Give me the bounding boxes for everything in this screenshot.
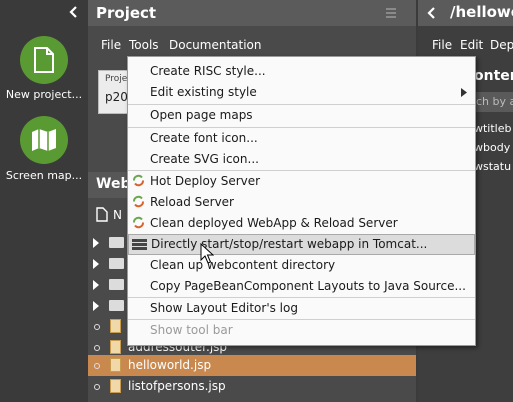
editor-item[interactable]: wtitleb <box>474 122 512 135</box>
menu-item-open-page-maps[interactable]: Open page maps <box>128 105 475 126</box>
new-file-label[interactable]: N <box>113 208 122 222</box>
menu-tools[interactable]: Tools <box>129 38 159 52</box>
menu-item-label: Clean deployed WebApp & Reload Server <box>150 216 398 230</box>
menu-item-label: Edit existing style <box>150 85 257 99</box>
menu-item-label: Reload Server <box>150 195 234 209</box>
project-field-value: p20 <box>105 90 128 104</box>
project-panel-header: Project <box>88 0 416 26</box>
editor-item[interactable]: wstatu <box>474 160 511 173</box>
menu-item-label: Hot Deploy Server <box>150 174 261 188</box>
expand-icon[interactable] <box>93 280 99 290</box>
new-project-label[interactable]: New project... <box>0 88 88 101</box>
editor-item[interactable]: wbody <box>474 141 510 154</box>
leaf-dot-icon <box>94 345 100 351</box>
menu-item-label: Create RISC style... <box>150 64 266 78</box>
menu-item-clean-webcontent[interactable]: Clean up webcontent directory <box>128 255 475 276</box>
menu-item-tomcat-webapp-control[interactable]: Directly start/stop/restart webapp in To… <box>128 234 475 255</box>
file-name: helloworld.jsp <box>128 358 212 372</box>
menu-item-label: Open page maps <box>150 108 253 122</box>
project-field-label: Proje <box>105 74 128 84</box>
menu-item-create-svg-icon[interactable]: Create SVG icon... <box>128 149 475 170</box>
menu-item-edit-existing-style[interactable]: Edit existing style <box>128 82 475 103</box>
folder-icon <box>109 279 124 290</box>
new-document-icon <box>34 47 54 73</box>
jsp-file-icon <box>110 379 121 393</box>
launcher-column: New project... Screen map... <box>0 0 88 402</box>
editor-panel-header: /hellowo <box>418 0 513 26</box>
hamburger-icon[interactable] <box>386 8 396 18</box>
menu-item-label: Clean up webcontent directory <box>150 258 336 272</box>
menu-item-label: Directly start/stop/restart webapp in To… <box>151 237 428 251</box>
file-name: listofpersons.jsp <box>128 379 226 393</box>
menu-item-show-toolbar: Show tool bar <box>128 320 475 341</box>
chevron-left-icon[interactable] <box>68 5 78 19</box>
editor-search-input[interactable]: ch by att <box>474 92 513 112</box>
editor-menu-dep[interactable]: Dep <box>490 38 513 52</box>
menu-documentation[interactable]: Documentation <box>169 38 262 52</box>
tree-row-selected[interactable]: helloworld.jsp <box>88 355 416 376</box>
map-icon <box>32 129 56 151</box>
menu-item-reload-server[interactable]: Reload Server <box>128 192 475 213</box>
submenu-arrow-icon <box>461 88 467 97</box>
reload-icon <box>133 174 144 187</box>
expand-icon[interactable] <box>93 259 99 269</box>
mouse-pointer-icon <box>200 243 214 264</box>
menu-item-label: Show Layout Editor's log <box>150 301 298 315</box>
server-icon <box>132 239 147 250</box>
menu-item-create-font-icon[interactable]: Create font icon... <box>128 128 475 149</box>
menu-item-copy-layouts[interactable]: Copy PageBeanComponent Layouts to Java S… <box>128 276 475 297</box>
expand-icon[interactable] <box>93 301 99 311</box>
menu-item-label: Create SVG icon... <box>150 152 259 166</box>
menu-file[interactable]: File <box>101 38 121 52</box>
new-file-icon[interactable] <box>96 207 108 222</box>
editor-search-placeholder: ch by att <box>476 95 513 108</box>
folder-icon <box>109 258 124 269</box>
web-section-title: Web <box>96 176 131 192</box>
menu-item-hot-deploy-server[interactable]: Hot Deploy Server <box>128 171 475 192</box>
chevron-left-icon[interactable] <box>426 6 436 20</box>
menu-item-clean-deployed-webapp[interactable]: Clean deployed WebApp & Reload Server <box>128 213 475 234</box>
menu-item-create-risc-style[interactable]: Create RISC style... <box>128 61 475 82</box>
folder-icon <box>109 300 124 311</box>
tree-row[interactable]: listofpersons.jsp <box>88 376 416 397</box>
screen-map-label[interactable]: Screen map... <box>0 169 88 182</box>
jsp-file-icon <box>110 358 121 372</box>
menu-item-label: Create font icon... <box>150 131 258 145</box>
menu-item-label: Copy PageBeanComponent Layouts to Java S… <box>150 279 466 293</box>
new-project-button[interactable] <box>20 36 68 84</box>
expand-icon[interactable] <box>93 238 99 248</box>
menu-item-label: Show tool bar <box>150 323 233 337</box>
editor-panel-title: /hellowo <box>450 3 513 21</box>
screen-map-button[interactable] <box>20 116 68 164</box>
editor-menu-file[interactable]: File <box>432 38 452 52</box>
reload-icon <box>133 216 144 229</box>
tools-menu: Create RISC style... Edit existing style… <box>127 56 476 346</box>
editor-section-title: ontent <box>474 68 513 84</box>
jsp-file-icon <box>110 340 121 354</box>
leaf-dot-icon <box>94 384 100 390</box>
folder-icon <box>109 237 124 248</box>
leaf-dot-icon <box>94 324 100 330</box>
editor-menu-edit[interactable]: Edit <box>460 38 483 52</box>
leaf-dot-icon <box>94 363 100 369</box>
reload-icon <box>133 195 144 208</box>
menu-item-show-layout-log[interactable]: Show Layout Editor's log <box>128 298 475 319</box>
project-panel-title: Project <box>96 4 157 22</box>
jsp-file-icon <box>110 319 121 333</box>
